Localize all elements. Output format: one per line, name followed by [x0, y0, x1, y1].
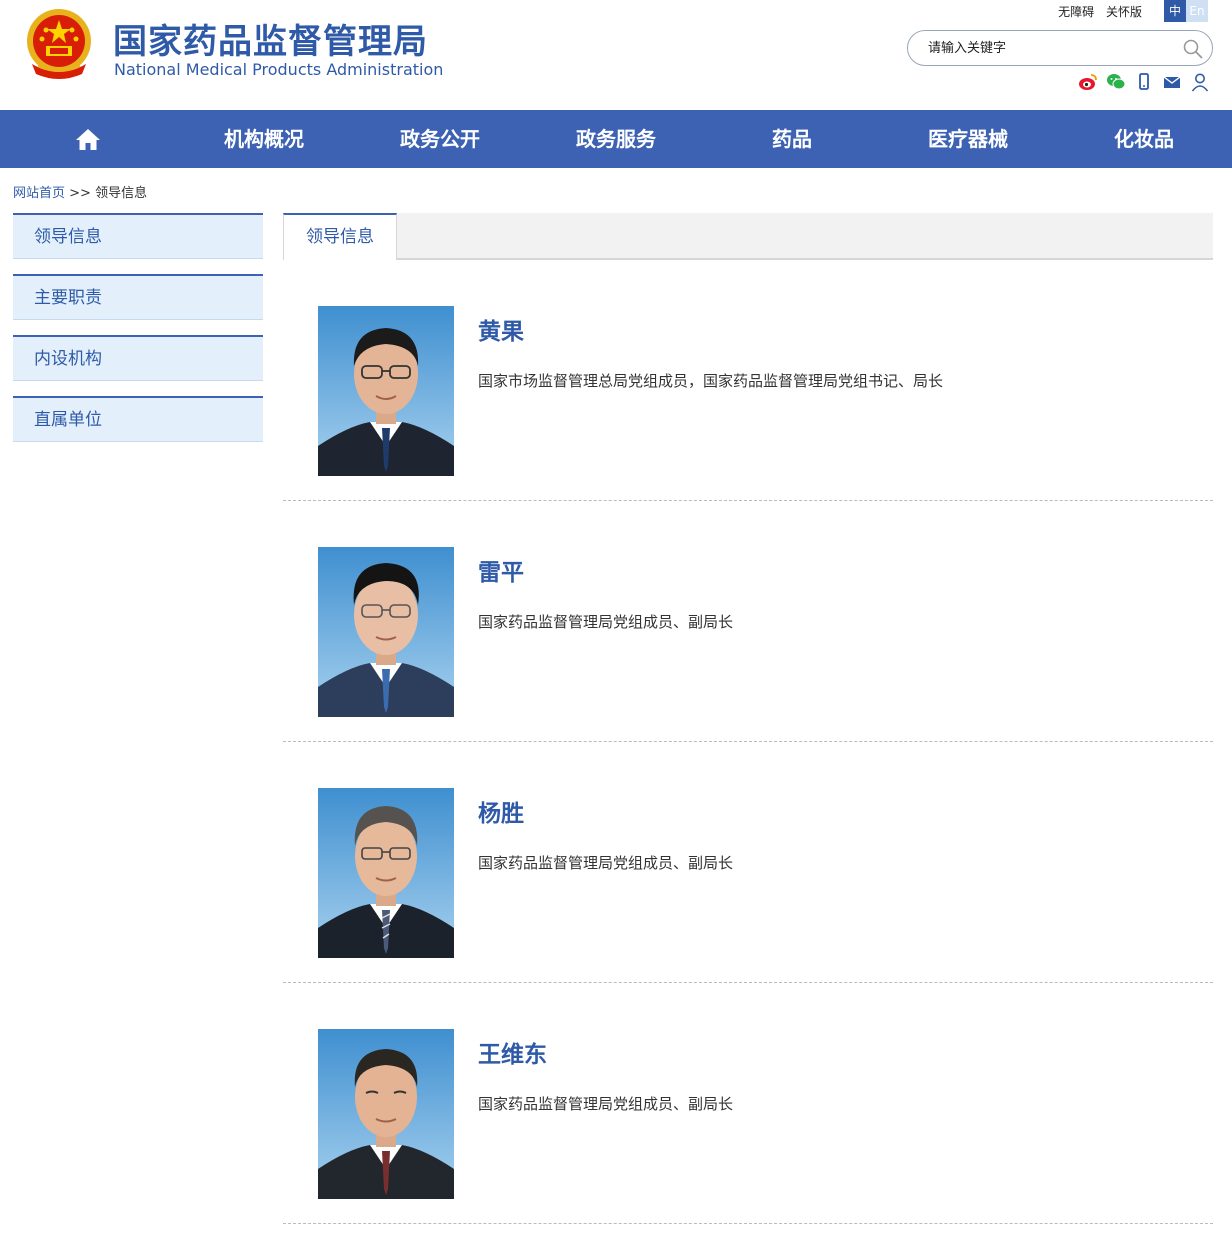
lang-cn-button[interactable]: 中: [1164, 0, 1186, 22]
leader-card: 杨胜 国家药品监督管理局党组成员、副局长: [283, 742, 1213, 983]
nav-gov-services[interactable]: 政务服务: [528, 110, 704, 168]
sidebar-item-departments[interactable]: 内设机构: [13, 335, 263, 381]
tab-bar: 领导信息: [283, 213, 1213, 260]
search-icon[interactable]: [1182, 38, 1204, 60]
sidebar-item-leaders[interactable]: 领导信息: [13, 213, 263, 259]
nav-home[interactable]: [0, 127, 176, 151]
social-links: [1078, 72, 1210, 92]
tab-leaders[interactable]: 领导信息: [283, 213, 397, 260]
mail-icon[interactable]: [1162, 72, 1182, 92]
leader-position: 国家药品监督管理局党组成员、副局长: [478, 1095, 734, 1113]
leader-photo[interactable]: [318, 788, 454, 958]
sidebar-item-affiliates[interactable]: 直属单位: [13, 396, 263, 442]
leader-position: 国家市场监督管理总局党组成员，国家药品监督管理局党组书记、局长: [478, 372, 944, 390]
user-icon[interactable]: [1190, 72, 1210, 92]
breadcrumb: 网站首页 >> 领导信息: [13, 182, 147, 201]
leader-name[interactable]: 黄果: [478, 312, 524, 346]
home-icon: [76, 129, 100, 150]
main-nav: 机构概况 政务公开 政务服务 药品 医疗器械 化妆品: [0, 110, 1232, 168]
nav-gov-affairs[interactable]: 政务公开: [352, 110, 528, 168]
leader-card: 王维东 国家药品监督管理局党组成员、副局长: [283, 983, 1213, 1224]
nav-medical-devices[interactable]: 医疗器械: [880, 110, 1056, 168]
top-links: 无障碍 关怀版: [1050, 3, 1142, 20]
site-title[interactable]: 国家药品监督管理局: [113, 14, 428, 63]
weibo-icon[interactable]: [1078, 72, 1098, 92]
sidebar-item-duties[interactable]: 主要职责: [13, 274, 263, 320]
leader-position: 国家药品监督管理局党组成员、副局长: [478, 854, 734, 872]
leader-photo[interactable]: [318, 306, 454, 476]
leader-position: 国家药品监督管理局党组成员、副局长: [478, 613, 734, 631]
breadcrumb-current: 领导信息: [95, 186, 148, 201]
leader-card: 雷平 国家药品监督管理局党组成员、副局长: [283, 501, 1213, 742]
leader-name[interactable]: 王维东: [478, 1035, 547, 1069]
nav-drugs[interactable]: 药品: [704, 110, 880, 168]
leader-photo[interactable]: [318, 547, 454, 717]
search-input[interactable]: [928, 39, 1168, 57]
care-mode-link[interactable]: 关怀版: [1106, 5, 1142, 19]
header: 国家药品监督管理局 National Medical Products Admi…: [0, 0, 1232, 110]
nav-cosmetics[interactable]: 化妆品: [1056, 110, 1232, 168]
site-title-en[interactable]: National Medical Products Administration: [114, 60, 443, 79]
breadcrumb-home[interactable]: 网站首页: [13, 186, 65, 201]
leader-card: 黄果 国家市场监督管理总局党组成员，国家药品监督管理局党组书记、局长: [283, 260, 1213, 501]
leader-name[interactable]: 雷平: [478, 553, 524, 587]
search-box: [907, 30, 1213, 66]
nav-about[interactable]: 机构概况: [176, 110, 352, 168]
sidebar: 领导信息 主要职责 内设机构 直属单位: [13, 213, 263, 457]
wechat-icon[interactable]: [1106, 72, 1126, 92]
leader-photo[interactable]: [318, 1029, 454, 1199]
breadcrumb-separator: >>: [69, 186, 91, 201]
language-switch: 中 En: [1164, 0, 1208, 22]
lang-en-button[interactable]: En: [1186, 0, 1208, 22]
national-emblem-logo[interactable]: [24, 8, 94, 80]
leader-name[interactable]: 杨胜: [478, 794, 524, 828]
mobile-icon[interactable]: [1134, 72, 1154, 92]
accessibility-link[interactable]: 无障碍: [1058, 5, 1094, 19]
